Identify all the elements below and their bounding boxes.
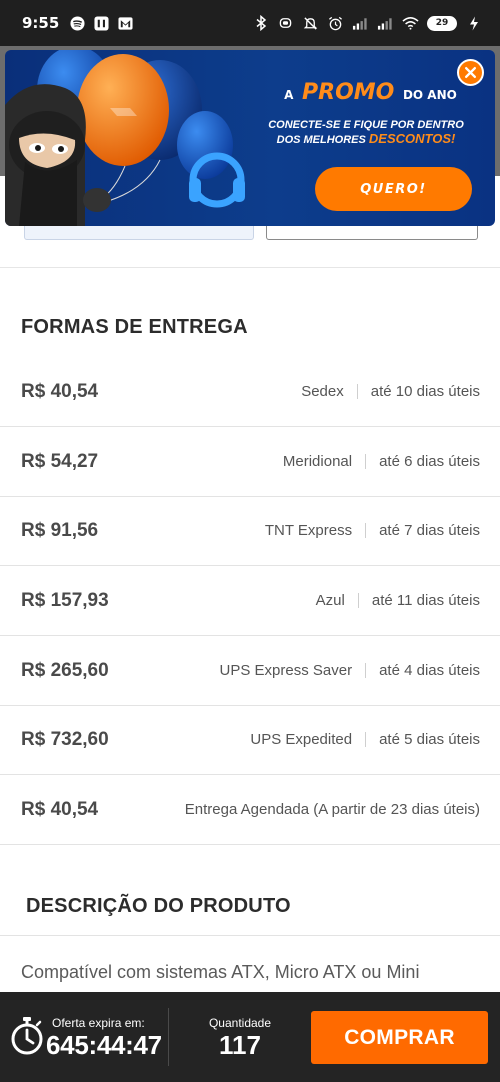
status-time: 9:55 [22,14,60,32]
close-icon[interactable] [457,59,484,86]
quantity-value: 117 [219,1030,261,1060]
battery-icon: 29 [427,15,457,31]
shipping-carrier: UPS Expedited [250,731,353,748]
mute-icon [302,15,319,32]
shipping-eta: até 10 dias úteis [370,383,480,400]
shipping-price: R$ 91,56 [21,519,99,541]
shipping-price: R$ 732,60 [21,728,109,750]
vibrate-icon [277,15,294,32]
description-section-title: DESCRIÇÃO DO PRODUTO [26,895,291,917]
promo-title-prefix: A [284,88,294,102]
divider [357,593,359,608]
promo-title-suffix: DO ANO [402,88,457,102]
shipping-price: R$ 40,54 [21,798,99,820]
shipping-carrier: Azul [315,592,345,609]
wifi-icon [402,15,419,32]
bottom-action-bar: Oferta expira em: 645:44:47 Quantidade 1… [0,992,500,1082]
signal-icon [377,15,394,32]
charging-icon [465,15,482,32]
offer-expires-label: Oferta expira em: [52,1016,145,1030]
divider [365,663,367,678]
quantity-label: Quantidade [208,1016,272,1030]
offer-countdown: 645:44:47 [46,1030,162,1060]
shipping-price: R$ 40,54 [21,380,99,402]
shipping-eta: até 11 dias úteis [371,592,480,609]
shipping-option[interactable]: R$ 91,56 TNT Express até 7 dias úteis [0,496,500,566]
shipping-carrier: UPS Express Saver [219,662,353,679]
gmail-icon [117,15,134,32]
shipping-option[interactable]: R$ 732,60 UPS Expedited até 5 dias úteis [0,705,500,775]
promo-illustration [5,50,245,226]
status-bar: 9:55 29 [0,0,500,46]
shipping-option[interactable]: R$ 54,27 Meridional até 6 dias úteis [0,427,500,497]
product-description: Compatível com sistemas ATX, Micro ATX o… [21,962,420,982]
promo-subtitle-line1: CONECTE-SE E FIQUE POR DENTRO [268,119,464,131]
spotify-icon [69,15,86,32]
divider [365,454,367,469]
buy-button[interactable]: COMPRAR [311,1011,488,1064]
promo-subtitle-line2: DOS MELHORES [276,134,366,146]
divider [0,935,500,936]
delivery-section-title: FORMAS DE ENTREGA [21,316,248,338]
shipping-carrier: Meridional [282,453,353,470]
shipping-option[interactable]: R$ 40,54 Sedex até 10 dias úteis [0,357,500,427]
promo-subtitle-line2-wrap: DOS MELHORES DESCONTOS! [250,132,482,147]
promo-subtitle-highlight: DESCONTOS! [368,131,456,146]
shipping-price: R$ 265,60 [21,659,109,681]
promo-title: A PROMO DO ANO [263,80,478,105]
bluetooth-icon [252,15,269,32]
promo-title-highlight: PROMO [302,80,395,105]
alarm-icon [327,15,344,32]
stopwatch-icon [10,1016,44,1056]
divider [168,1008,169,1066]
signal-icon [352,15,369,32]
shipping-option[interactable]: R$ 265,60 UPS Express Saver até 4 dias ú… [0,636,500,706]
promo-banner[interactable]: A PROMO DO ANO CONECTE-SE E FIQUE POR DE… [5,50,495,226]
shipping-price: R$ 54,27 [21,450,99,472]
divider [365,523,367,538]
divider [365,732,367,747]
shipping-carrier: Sedex [301,383,344,400]
promo-subtitle: CONECTE-SE E FIQUE POR DENTRO DOS MELHOR… [250,118,482,147]
shipping-carrier: Entrega Agendada (A partir de 23 dias út… [184,801,480,818]
shipping-option[interactable]: R$ 157,93 Azul até 11 dias úteis [0,566,500,636]
shipping-carrier: TNT Express [264,522,353,539]
shipping-eta: até 7 dias úteis [379,522,480,539]
shipping-eta: até 5 dias úteis [379,731,480,748]
shipping-price: R$ 157,93 [21,589,109,611]
divider [356,384,358,399]
shipping-option[interactable]: R$ 40,54 Entrega Agendada (A partir de 2… [0,775,500,845]
shipping-eta: até 6 dias úteis [379,453,480,470]
divider [0,267,500,268]
shipping-eta: até 4 dias úteis [379,662,480,679]
app-icon [93,15,110,32]
promo-cta-button[interactable]: QUERO! [315,167,472,211]
